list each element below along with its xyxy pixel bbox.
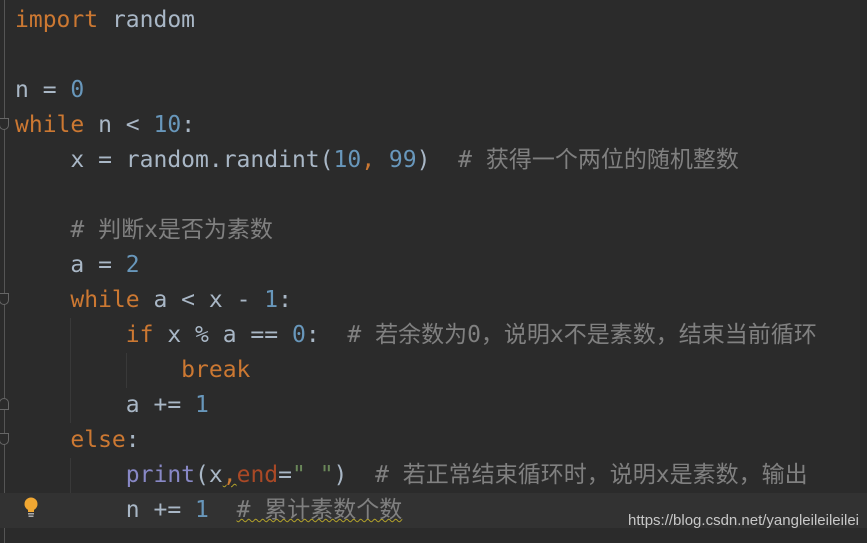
code-token: 10: [153, 112, 182, 138]
code-line[interactable]: a += 1: [15, 388, 867, 423]
code-line[interactable]: a = 2: [15, 248, 867, 283]
code-line[interactable]: # 判断x是否为素数: [15, 213, 867, 248]
code-line[interactable]: break: [15, 353, 867, 388]
code-token: a =: [15, 252, 126, 278]
code-token: break: [181, 357, 251, 383]
code-token: 99: [388, 147, 417, 173]
fold-marker-icon[interactable]: [0, 118, 9, 130]
code-token: 0: [70, 77, 85, 103]
code-token: ): [416, 147, 459, 173]
code-token: print: [125, 462, 196, 488]
code-token: if: [125, 322, 154, 348]
code-token: # 累计素数个数: [236, 497, 403, 523]
code-token: =: [278, 462, 292, 488]
code-token: # 获得一个两位的随机整数: [458, 147, 739, 173]
code-token: import: [15, 7, 99, 33]
code-token: n +=: [15, 497, 196, 523]
code-editor[interactable]: import random n = 0 while n < 10: x = ran…: [0, 3, 867, 528]
fold-line: [4, 0, 5, 543]
code-token: (x: [195, 462, 223, 488]
code-line[interactable]: else:: [15, 423, 867, 458]
code-token: a +=: [15, 392, 196, 418]
code-token: a < x -: [139, 287, 265, 313]
fold-marker-icon[interactable]: [0, 293, 9, 305]
code-line[interactable]: n = 0: [15, 73, 867, 108]
code-token: :: [305, 322, 348, 348]
code-token: n <: [84, 112, 154, 138]
code-token: :: [278, 287, 292, 313]
code-token: 1: [264, 287, 279, 313]
code-token: x = random.randint(: [15, 147, 334, 173]
code-token: 1: [195, 392, 209, 418]
code-token: ,: [222, 462, 237, 488]
editor-gutter: [0, 0, 13, 543]
watermark: https://blog.csdn.net/yangleileileilei: [628, 512, 859, 529]
code-token: 1: [195, 497, 209, 523]
code-token: :: [125, 427, 140, 453]
code-token: x % a ==: [153, 322, 292, 348]
code-line[interactable]: while n < 10:: [15, 108, 867, 143]
code-token: # 若正常结束循环时，说明x是素数，输出: [375, 462, 808, 488]
code-line[interactable]: while a < x - 1:: [15, 283, 867, 318]
code-token: ): [333, 462, 376, 488]
code-token: n =: [15, 77, 71, 103]
code-token: random: [98, 7, 196, 33]
code-token: while: [15, 112, 85, 138]
code-line[interactable]: if x % a == 0: # 若余数为0，说明x不是素数，结束当前循环: [15, 318, 867, 353]
code-token: while: [70, 287, 140, 313]
code-token: " ": [292, 462, 334, 488]
code-line[interactable]: x = random.randint(10, 99) # 获得一个两位的随机整数: [15, 143, 867, 178]
code-token: end: [236, 462, 279, 488]
fold-marker-icon[interactable]: [0, 398, 9, 410]
code-line[interactable]: [15, 178, 867, 213]
code-token: ,: [361, 147, 389, 173]
code-token: # 若余数为0，说明x不是素数，结束当前循环: [347, 322, 817, 348]
code-token: :: [181, 112, 196, 138]
code-line[interactable]: import random: [15, 3, 867, 38]
code-token: 10: [333, 147, 362, 173]
code-token: else: [70, 427, 126, 453]
code-token: # 判断x是否为素数: [70, 217, 273, 243]
code-line[interactable]: print(x,end=" ") # 若正常结束循环时，说明x是素数，输出: [15, 458, 867, 493]
fold-marker-icon[interactable]: [0, 433, 9, 445]
code-line[interactable]: [15, 38, 867, 73]
code-token: 2: [125, 252, 140, 278]
code-token: 0: [291, 322, 306, 348]
lightbulb-icon[interactable]: [24, 497, 38, 519]
